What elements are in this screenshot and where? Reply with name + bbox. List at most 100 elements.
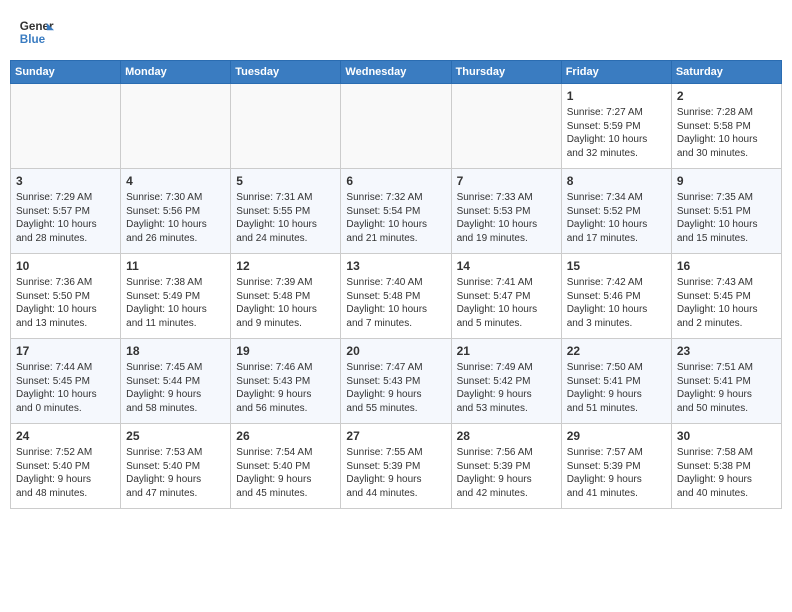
day-info: Sunrise: 7:41 AMSunset: 5:47 PMDaylight:… xyxy=(457,276,556,330)
calendar-cell: 22Sunrise: 7:50 AMSunset: 5:41 PMDayligh… xyxy=(561,339,671,424)
calendar-cell: 1 Sunrise: 7:27 AMSunset: 5:59 PMDaylight… xyxy=(561,84,671,169)
calendar-cell: 23 Sunrise: 7:51 AMSunset: 5:41 PMDayligh… xyxy=(671,339,781,424)
day-number: 2 xyxy=(677,88,776,104)
calendar-cell: 17 Sunrise: 7:44 AMSunset: 5:45 PMDayligh… xyxy=(11,339,121,424)
day-info: Sunrise: 7:38 AMSunset: 5:49 PMDaylight:… xyxy=(126,276,225,330)
day-number: 28 xyxy=(457,428,556,444)
column-header-monday: Monday xyxy=(121,61,231,84)
column-header-wednesday: Wednesday xyxy=(341,61,451,84)
column-header-thursday: Thursday xyxy=(451,61,561,84)
day-number: 5 xyxy=(236,173,335,189)
day-number: 22 xyxy=(567,343,666,359)
calendar-cell: 13 Sunrise: 7:40 AMSunset: 5:48 PMDayligh… xyxy=(341,254,451,339)
day-info: Sunrise: 7:52 AMSunset: 5:40 PMDaylight:… xyxy=(16,446,115,500)
calendar-cell: 9 Sunrise: 7:35 AMSunset: 5:51 PMDaylight… xyxy=(671,169,781,254)
day-number: 4 xyxy=(126,173,225,189)
day-number: 12 xyxy=(236,258,335,274)
calendar-cell: 16Sunrise: 7:43 AMSunset: 5:45 PMDayligh… xyxy=(671,254,781,339)
page-header: General Blue xyxy=(10,10,782,54)
day-info: Sunrise: 7:44 AMSunset: 5:45 PMDaylight:… xyxy=(16,361,115,415)
column-header-tuesday: Tuesday xyxy=(231,61,341,84)
day-info: Sunrise: 7:53 AMSunset: 5:40 PMDaylight:… xyxy=(126,446,225,500)
day-number: 27 xyxy=(346,428,445,444)
calendar-cell: 27 Sunrise: 7:55 AMSunset: 5:39 PMDayligh… xyxy=(341,424,451,509)
day-number: 6 xyxy=(346,173,445,189)
day-info: Sunrise: 7:42 AMSunset: 5:46 PMDaylight:… xyxy=(567,276,666,330)
calendar-cell: 5 Sunrise: 7:31 AMSunset: 5:55 PMDaylight… xyxy=(231,169,341,254)
day-number: 25 xyxy=(126,428,225,444)
column-header-saturday: Saturday xyxy=(671,61,781,84)
day-info: Sunrise: 7:35 AMSunset: 5:51 PMDaylight:… xyxy=(677,191,776,245)
calendar-cell: 10 Sunrise: 7:36 AMSunset: 5:50 PMDayligh… xyxy=(11,254,121,339)
week-row-3: 10 Sunrise: 7:36 AMSunset: 5:50 PMDayligh… xyxy=(11,254,782,339)
logo-icon: General Blue xyxy=(18,14,54,50)
calendar-table: SundayMondayTuesdayWednesdayThursdayFrid… xyxy=(10,60,782,509)
day-number: 24 xyxy=(16,428,115,444)
calendar-cell: 7 Sunrise: 7:33 AMSunset: 5:53 PMDaylight… xyxy=(451,169,561,254)
day-info: Sunrise: 7:51 AMSunset: 5:41 PMDaylight:… xyxy=(677,361,776,415)
week-row-2: 3 Sunrise: 7:29 AMSunset: 5:57 PMDaylight… xyxy=(11,169,782,254)
calendar-cell xyxy=(121,84,231,169)
day-info: Sunrise: 7:31 AMSunset: 5:55 PMDaylight:… xyxy=(236,191,335,245)
logo: General Blue xyxy=(18,14,54,50)
day-info: Sunrise: 7:39 AMSunset: 5:48 PMDaylight:… xyxy=(236,276,335,330)
calendar-cell: 6Sunrise: 7:32 AMSunset: 5:54 PMDaylight… xyxy=(341,169,451,254)
calendar-cell: 4 Sunrise: 7:30 AMSunset: 5:56 PMDaylight… xyxy=(121,169,231,254)
day-info: Sunrise: 7:46 AMSunset: 5:43 PMDaylight:… xyxy=(236,361,335,415)
calendar-cell: 18 Sunrise: 7:45 AMSunset: 5:44 PMDayligh… xyxy=(121,339,231,424)
day-info: Sunrise: 7:43 AMSunset: 5:45 PMDaylight:… xyxy=(677,276,776,330)
day-info: Sunrise: 7:49 AMSunset: 5:42 PMDaylight:… xyxy=(457,361,556,415)
day-number: 3 xyxy=(16,173,115,189)
column-header-friday: Friday xyxy=(561,61,671,84)
column-header-sunday: Sunday xyxy=(11,61,121,84)
day-number: 7 xyxy=(457,173,556,189)
day-info: Sunrise: 7:47 AMSunset: 5:43 PMDaylight:… xyxy=(346,361,445,415)
day-info: Sunrise: 7:28 AMSunset: 5:58 PMDaylight:… xyxy=(677,106,776,160)
day-number: 17 xyxy=(16,343,115,359)
calendar-cell xyxy=(231,84,341,169)
day-number: 13 xyxy=(346,258,445,274)
day-number: 29 xyxy=(567,428,666,444)
day-info: Sunrise: 7:54 AMSunset: 5:40 PMDaylight:… xyxy=(236,446,335,500)
day-number: 23 xyxy=(677,343,776,359)
day-info: Sunrise: 7:45 AMSunset: 5:44 PMDaylight:… xyxy=(126,361,225,415)
day-info: Sunrise: 7:40 AMSunset: 5:48 PMDaylight:… xyxy=(346,276,445,330)
calendar-cell: 2 Sunrise: 7:28 AMSunset: 5:58 PMDaylight… xyxy=(671,84,781,169)
day-number: 18 xyxy=(126,343,225,359)
day-number: 1 xyxy=(567,88,666,104)
week-row-1: 1 Sunrise: 7:27 AMSunset: 5:59 PMDaylight… xyxy=(11,84,782,169)
calendar-cell xyxy=(451,84,561,169)
svg-text:Blue: Blue xyxy=(20,33,46,46)
day-number: 9 xyxy=(677,173,776,189)
calendar-cell: 30Sunrise: 7:58 AMSunset: 5:38 PMDayligh… xyxy=(671,424,781,509)
day-info: Sunrise: 7:36 AMSunset: 5:50 PMDaylight:… xyxy=(16,276,115,330)
day-info: Sunrise: 7:57 AMSunset: 5:39 PMDaylight:… xyxy=(567,446,666,500)
day-number: 15 xyxy=(567,258,666,274)
day-number: 20 xyxy=(346,343,445,359)
day-number: 21 xyxy=(457,343,556,359)
day-info: Sunrise: 7:58 AMSunset: 5:38 PMDaylight:… xyxy=(677,446,776,500)
day-info: Sunrise: 7:30 AMSunset: 5:56 PMDaylight:… xyxy=(126,191,225,245)
calendar-cell: 25 Sunrise: 7:53 AMSunset: 5:40 PMDayligh… xyxy=(121,424,231,509)
day-info: Sunrise: 7:33 AMSunset: 5:53 PMDaylight:… xyxy=(457,191,556,245)
day-number: 14 xyxy=(457,258,556,274)
calendar-cell: 20 Sunrise: 7:47 AMSunset: 5:43 PMDayligh… xyxy=(341,339,451,424)
day-number: 10 xyxy=(16,258,115,274)
day-info: Sunrise: 7:56 AMSunset: 5:39 PMDaylight:… xyxy=(457,446,556,500)
calendar-cell: 14 Sunrise: 7:41 AMSunset: 5:47 PMDayligh… xyxy=(451,254,561,339)
calendar-cell: 8Sunrise: 7:34 AMSunset: 5:52 PMDaylight… xyxy=(561,169,671,254)
calendar-cell: 24 Sunrise: 7:52 AMSunset: 5:40 PMDayligh… xyxy=(11,424,121,509)
day-number: 26 xyxy=(236,428,335,444)
calendar-cell xyxy=(11,84,121,169)
week-row-4: 17 Sunrise: 7:44 AMSunset: 5:45 PMDayligh… xyxy=(11,339,782,424)
week-row-5: 24 Sunrise: 7:52 AMSunset: 5:40 PMDayligh… xyxy=(11,424,782,509)
calendar-header-row: SundayMondayTuesdayWednesdayThursdayFrid… xyxy=(11,61,782,84)
day-info: Sunrise: 7:27 AMSunset: 5:59 PMDaylight:… xyxy=(567,106,666,160)
day-info: Sunrise: 7:29 AMSunset: 5:57 PMDaylight:… xyxy=(16,191,115,245)
calendar-cell: 28 Sunrise: 7:56 AMSunset: 5:39 PMDayligh… xyxy=(451,424,561,509)
calendar-cell: 21 Sunrise: 7:49 AMSunset: 5:42 PMDayligh… xyxy=(451,339,561,424)
day-info: Sunrise: 7:34 AMSunset: 5:52 PMDaylight:… xyxy=(567,191,666,245)
day-info: Sunrise: 7:55 AMSunset: 5:39 PMDaylight:… xyxy=(346,446,445,500)
calendar-cell: 11Sunrise: 7:38 AMSunset: 5:49 PMDayligh… xyxy=(121,254,231,339)
calendar-cell xyxy=(341,84,451,169)
